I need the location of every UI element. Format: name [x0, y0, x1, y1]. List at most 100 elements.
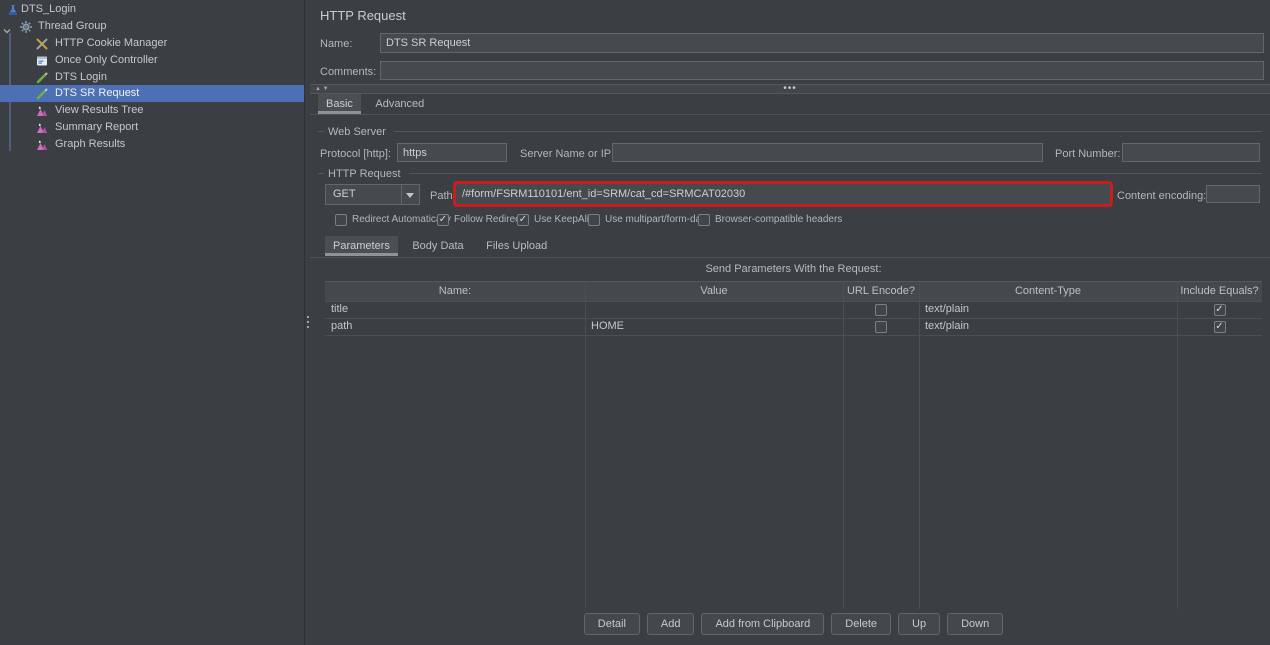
tree-item-summary-report[interactable]: Summary Report: [0, 119, 304, 136]
collapse-bar[interactable]: [310, 84, 1270, 94]
tree-item-http-cookie-manager[interactable]: HTTP Cookie Manager: [0, 35, 304, 52]
table-title: Send Parameters With the Request:: [325, 263, 1262, 275]
tab-basic[interactable]: Basic: [318, 94, 361, 114]
group-border: [394, 131, 1262, 132]
url-encode-checkbox[interactable]: [875, 304, 887, 316]
column-header-name: Name:: [325, 282, 585, 301]
follow-redirects-checkbox[interactable]: [437, 214, 449, 226]
cell-url-encode[interactable]: [843, 318, 919, 335]
cell-content-type[interactable]: text/plain: [919, 301, 1177, 318]
group-border: [409, 173, 1262, 174]
cell-content-type[interactable]: text/plain: [919, 318, 1177, 335]
delete-button[interactable]: Delete: [831, 613, 891, 635]
tree-item-label: Once Only Controller: [55, 54, 158, 66]
parameters-table: Name: Value URL Encode? Content-Type Inc…: [325, 281, 1262, 609]
tree-item-label: HTTP Cookie Manager: [55, 37, 167, 49]
server-name-input[interactable]: [612, 143, 1043, 162]
table-buttons: Detail Add Add from Clipboard Delete Up …: [325, 613, 1262, 635]
down-button[interactable]: Down: [947, 613, 1003, 635]
path-highlight-box: [453, 181, 1113, 207]
http-request-group-title: HTTP Request: [328, 168, 401, 180]
tree-item-dts-sr-request[interactable]: DTS SR Request: [0, 85, 304, 102]
checkbox-item: Browser-compatible headers: [698, 211, 842, 226]
content-encoding-label: Content encoding:: [1117, 190, 1206, 202]
use-multipart-checkbox[interactable]: [588, 214, 600, 226]
column-header-url-encode: URL Encode?: [843, 282, 919, 301]
dropdown-button[interactable]: [401, 185, 419, 204]
name-input[interactable]: [380, 33, 1264, 53]
param-tabs-separator: [310, 257, 1270, 258]
cell-value[interactable]: HOME: [585, 318, 843, 335]
group-border: [318, 131, 324, 132]
name-label: Name:: [320, 38, 352, 50]
checkbox-item: Follow Redirects: [437, 211, 528, 226]
redirect-automatically-checkbox[interactable]: [335, 214, 347, 226]
tree-item-label: Summary Report: [55, 121, 138, 133]
cookie-manager-icon: [36, 37, 48, 49]
method-select[interactable]: GET: [325, 184, 420, 205]
cell-include-equals[interactable]: [1177, 318, 1262, 335]
column-header-include-equals: Include Equals?: [1177, 282, 1262, 301]
tab-body-data[interactable]: Body Data: [404, 236, 471, 256]
tabs-separator: [310, 114, 1270, 115]
listener-icon: [36, 121, 48, 133]
tree-item-label: DTS_Login: [21, 3, 76, 15]
checkbox-item: Use multipart/form-data: [588, 211, 709, 226]
include-equals-checkbox[interactable]: [1214, 321, 1226, 333]
include-equals-checkbox[interactable]: [1214, 304, 1226, 316]
content-encoding-input[interactable]: [1206, 185, 1260, 203]
main-tabs: Basic Advanced: [318, 94, 434, 115]
column-header-content-type: Content-Type: [919, 282, 1177, 301]
method-value: GET: [333, 188, 356, 200]
tree-item-label: DTS SR Request: [55, 87, 139, 99]
checkbox-label: Browser-compatible headers: [715, 214, 842, 225]
tab-advanced[interactable]: Advanced: [367, 94, 432, 114]
tree-item-once-only-controller[interactable]: Once Only Controller: [0, 52, 304, 69]
tree-item-label: DTS Login: [55, 71, 107, 83]
tree-item-label: Thread Group: [38, 20, 106, 32]
comments-input[interactable]: [380, 61, 1264, 80]
browser-compatible-headers-checkbox[interactable]: [698, 214, 710, 226]
web-server-group-title: Web Server: [328, 126, 386, 138]
protocol-label: Protocol [http]:: [320, 148, 391, 160]
page-title: HTTP Request: [320, 8, 406, 23]
checkbox-item: Redirect Automatically: [335, 211, 451, 226]
tree-item-dts-login[interactable]: DTS Login: [0, 69, 304, 86]
tab-parameters[interactable]: Parameters: [325, 236, 398, 256]
thread-group-icon: [20, 20, 32, 32]
chevron-down-icon[interactable]: [3, 22, 11, 30]
cell-name[interactable]: path: [325, 318, 585, 335]
test-plan-tree: DTS_Login Thread Group HTTP Cookie Manag…: [0, 0, 304, 645]
column-header-value: Value: [585, 282, 843, 301]
comments-label: Comments:: [320, 66, 376, 78]
sampler-icon: [36, 87, 48, 99]
up-button[interactable]: Up: [898, 613, 940, 635]
add-button[interactable]: Add: [647, 613, 695, 635]
tab-files-upload[interactable]: Files Upload: [478, 236, 555, 256]
listener-icon: [36, 138, 48, 150]
use-keepalive-checkbox[interactable]: [517, 214, 529, 226]
cell-include-equals[interactable]: [1177, 301, 1262, 318]
port-number-input[interactable]: [1122, 143, 1260, 162]
http-request-panel: HTTP Request Name: Comments: Basic Advan…: [310, 0, 1270, 645]
tree-item-thread-group[interactable]: Thread Group: [0, 18, 304, 35]
path-input[interactable]: [456, 184, 1110, 204]
tree-item-graph-results[interactable]: Graph Results: [0, 136, 304, 153]
tree-item-view-results-tree[interactable]: View Results Tree: [0, 102, 304, 119]
tree-item-label: Graph Results: [55, 138, 125, 150]
jmeter-window: DTS_Login Thread Group HTTP Cookie Manag…: [0, 0, 1270, 645]
protocol-input[interactable]: [397, 143, 507, 162]
path-label: Path:: [430, 190, 456, 202]
cell-name[interactable]: title: [325, 301, 585, 318]
splitter-grip-icon[interactable]: [307, 316, 309, 318]
add-from-clipboard-button[interactable]: Add from Clipboard: [701, 613, 824, 635]
param-tabs: Parameters Body Data Files Upload: [325, 236, 557, 257]
collapse-grip-icon[interactable]: [783, 83, 797, 95]
cell-url-encode[interactable]: [843, 301, 919, 318]
cell-value[interactable]: [585, 301, 843, 318]
checkbox-label: Use multipart/form-data: [605, 214, 709, 225]
collapse-arrows-icon[interactable]: [315, 85, 329, 94]
detail-button[interactable]: Detail: [584, 613, 640, 635]
tree-item-test-plan[interactable]: DTS_Login: [0, 1, 304, 18]
url-encode-checkbox[interactable]: [875, 321, 887, 333]
